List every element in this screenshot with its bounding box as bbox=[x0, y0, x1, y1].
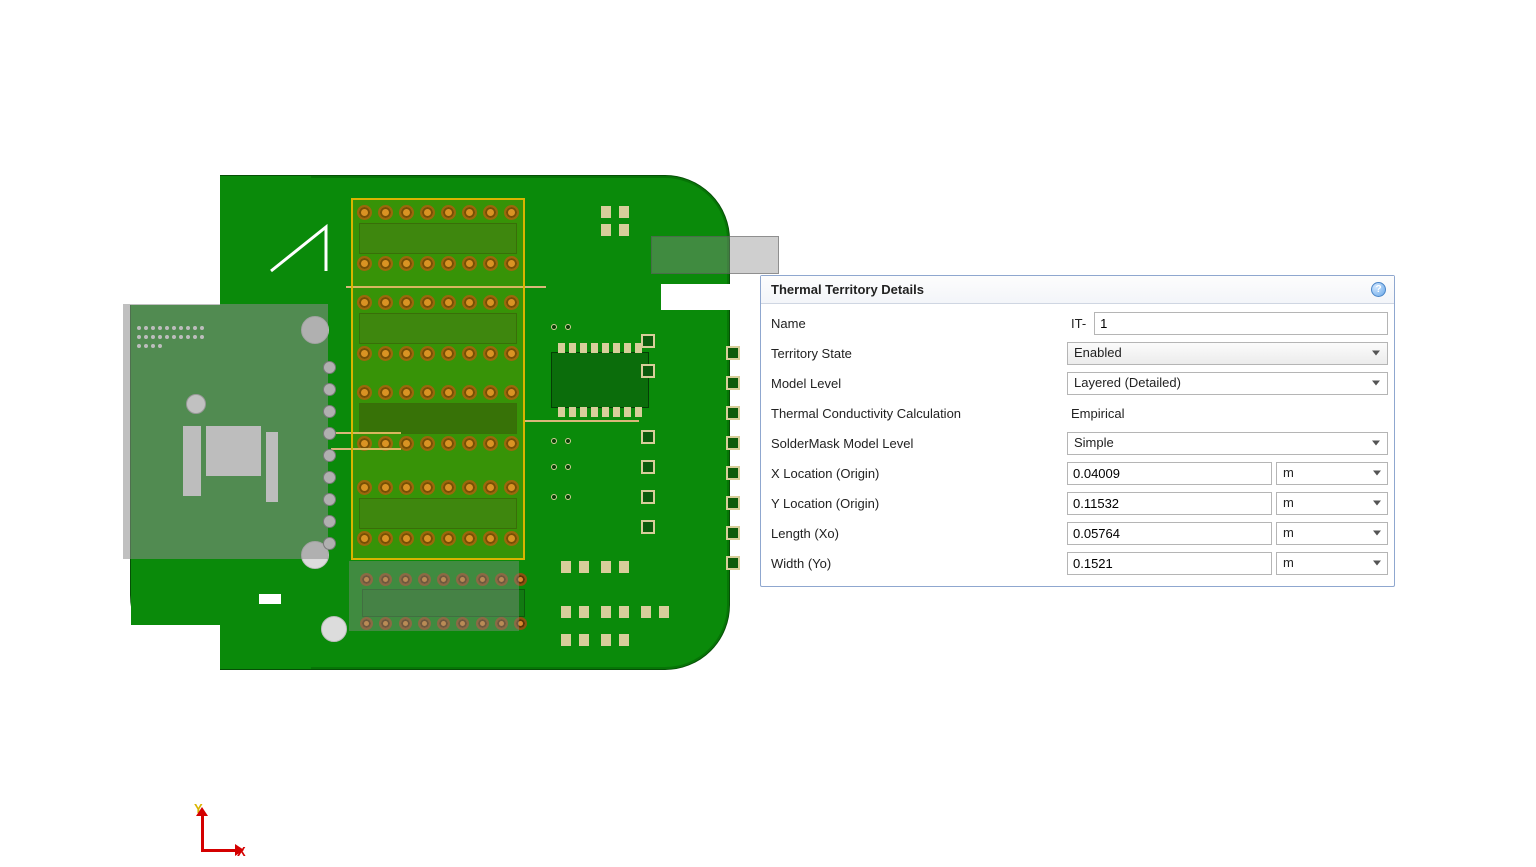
smd-pads bbox=[561, 606, 589, 618]
help-icon[interactable]: ? bbox=[1371, 282, 1386, 297]
component-overlay bbox=[651, 236, 779, 274]
soldermask-select[interactable]: Simple bbox=[1067, 432, 1388, 455]
length-unit-select[interactable]: m bbox=[1276, 522, 1388, 545]
yloc-input[interactable] bbox=[1067, 492, 1272, 515]
via bbox=[565, 324, 571, 330]
smd-pads bbox=[561, 561, 589, 573]
xloc-input[interactable] bbox=[1067, 462, 1272, 485]
via bbox=[565, 438, 571, 444]
copper-trace bbox=[524, 420, 639, 422]
via bbox=[565, 494, 571, 500]
yloc-unit-select[interactable]: m bbox=[1276, 492, 1388, 515]
label-name: Name bbox=[767, 316, 1067, 331]
ic-body bbox=[206, 426, 261, 476]
mounting-hole bbox=[321, 616, 347, 642]
via bbox=[551, 324, 557, 330]
connector-dots bbox=[137, 326, 207, 350]
label-width: Width (Yo) bbox=[767, 556, 1067, 571]
via bbox=[551, 464, 557, 470]
smd-pads bbox=[601, 224, 629, 236]
label-yloc: Y Location (Origin) bbox=[767, 496, 1067, 511]
length-input[interactable] bbox=[1067, 522, 1272, 545]
name-input[interactable] bbox=[1094, 312, 1388, 335]
width-unit-select[interactable]: m bbox=[1276, 552, 1388, 575]
model-level-select[interactable]: Layered (Detailed) bbox=[1067, 372, 1388, 395]
capacitor bbox=[186, 394, 206, 414]
label-xloc: X Location (Origin) bbox=[767, 466, 1067, 481]
smd-pads bbox=[641, 606, 669, 618]
pcb-board bbox=[130, 175, 730, 670]
name-prefix: IT- bbox=[1067, 316, 1090, 331]
pcb-viewport[interactable]: Y X bbox=[70, 175, 730, 695]
smd-pads bbox=[601, 634, 629, 646]
via bbox=[565, 464, 571, 470]
silkscreen-mark bbox=[266, 221, 346, 276]
label-length: Length (Xo) bbox=[767, 526, 1067, 541]
via-column bbox=[323, 361, 336, 550]
silkscreen-label bbox=[661, 284, 733, 310]
territory-state-select[interactable]: Enabled bbox=[1067, 342, 1388, 365]
component-overlay bbox=[349, 561, 519, 631]
thermal-territory-selection[interactable] bbox=[351, 198, 525, 560]
thermal-territory-details-panel: Thermal Territory Details ? Name IT- Ter… bbox=[760, 275, 1395, 587]
panel-title: Thermal Territory Details bbox=[771, 282, 924, 297]
smd-pads bbox=[601, 206, 629, 218]
xloc-unit-select[interactable]: m bbox=[1276, 462, 1388, 485]
label-territory-state: Territory State bbox=[767, 346, 1067, 361]
pcb-cutout bbox=[130, 175, 220, 305]
ic-body bbox=[266, 432, 278, 502]
axis-x-label: X bbox=[237, 844, 246, 859]
label-model-level: Model Level bbox=[767, 376, 1067, 391]
silkscreen-mark bbox=[259, 594, 281, 604]
ic-body bbox=[183, 426, 201, 496]
via bbox=[551, 494, 557, 500]
axis-gizmo: Y X bbox=[185, 807, 245, 867]
via bbox=[551, 438, 557, 444]
label-tcc: Thermal Conductivity Calculation bbox=[767, 406, 1067, 421]
smd-pads bbox=[601, 606, 629, 618]
soic-package bbox=[551, 352, 649, 408]
width-input[interactable] bbox=[1067, 552, 1272, 575]
panel-header: Thermal Territory Details ? bbox=[761, 276, 1394, 304]
pcb-cutout bbox=[130, 625, 220, 670]
smd-pads bbox=[561, 634, 589, 646]
label-soldermask: SolderMask Model Level bbox=[767, 436, 1067, 451]
smd-pads bbox=[601, 561, 629, 573]
tcc-value: Empirical bbox=[1067, 406, 1124, 421]
